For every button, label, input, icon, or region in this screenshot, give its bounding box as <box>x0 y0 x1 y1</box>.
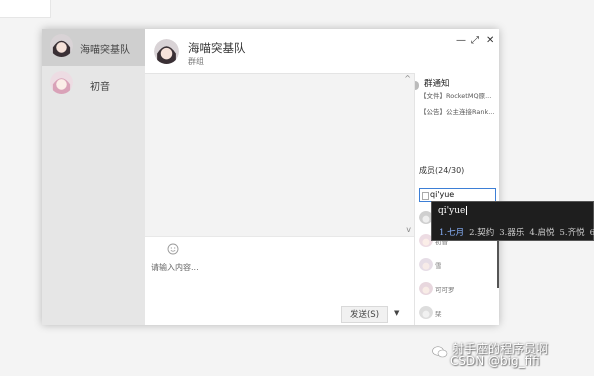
ime-candidate[interactable]: 6 <box>590 228 594 238</box>
close-button[interactable]: ✕ <box>486 35 494 46</box>
member-avatar <box>419 281 433 295</box>
send-button[interactable]: 发送(S) <box>341 306 388 323</box>
group-avatar <box>154 39 179 64</box>
group-avatar <box>50 34 73 57</box>
announcement-item[interactable]: 【公告】公主连接Rank... <box>420 106 499 116</box>
announcement-title: 群通知 <box>424 79 450 89</box>
member-search-input[interactable]: qi'yue <box>419 188 496 202</box>
conversation-item-miku[interactable]: 初音 <box>42 66 145 103</box>
member-name: 栞 <box>435 310 442 318</box>
conversation-name: 海喵突基队 <box>80 45 130 56</box>
member-name: 雪 <box>435 262 442 270</box>
member-avatar <box>419 305 433 319</box>
ime-candidate[interactable]: 2.契约 <box>469 228 494 238</box>
ime-candidates: 1.七月 2.契约 3.器乐 4.启悦 5.齐悦 6 <box>439 226 594 238</box>
ime-candidate[interactable]: 3.器乐 <box>499 228 524 238</box>
panel-collapse-handle[interactable] <box>415 81 419 90</box>
member-item[interactable]: 可可罗 <box>415 279 495 299</box>
background-tab <box>0 0 51 18</box>
chat-header: 海喵突基队 群组 — ⤢ ✕ <box>145 29 499 73</box>
member-name: 可可罗 <box>435 286 455 294</box>
ime-candidate-popup: qi'yue 1.七月 2.契约 3.器乐 4.启悦 5.齐悦 6 <box>431 201 594 241</box>
search-icon <box>422 192 429 200</box>
member-avatar <box>419 257 433 271</box>
conversation-sidebar: 海喵突基队 初音 <box>42 29 145 325</box>
emoji-icon[interactable] <box>167 240 179 255</box>
ime-composition: qi'yue <box>438 206 468 216</box>
maximize-button[interactable]: ⤢ <box>471 35 479 46</box>
message-input[interactable]: 请输入内容... <box>151 262 199 273</box>
announcement-item[interactable]: 【文件】RocketMQ原... <box>420 90 499 100</box>
conversation-item-group[interactable]: 海喵突基队 <box>42 29 145 66</box>
user-avatar <box>50 71 73 94</box>
send-options-icon[interactable]: ▼ <box>394 309 399 317</box>
group-info-panel: 群通知 【文件】RocketMQ原... 【公告】公主连接Rank... 成员(… <box>414 73 499 325</box>
message-area[interactable]: ^ v <box>145 73 414 237</box>
scroll-up-icon[interactable]: ^ <box>404 74 411 83</box>
ime-candidate[interactable]: 1.七月 <box>439 228 464 238</box>
group-subtitle: 群组 <box>188 57 204 66</box>
minimize-button[interactable]: — <box>456 35 466 46</box>
conversation-name: 初音 <box>90 82 110 93</box>
chat-window: 海喵突基队 初音 海喵突基队 群组 — ⤢ ✕ ^ v 请输入内容... 发送(… <box>42 29 499 325</box>
main-panel: 海喵突基队 群组 — ⤢ ✕ ^ v 请输入内容... 发送(S) ▼ 群通知 … <box>145 29 499 325</box>
ime-candidate[interactable]: 4.启悦 <box>529 228 554 238</box>
watermark-csdn: CSDN @big_fifi <box>450 354 540 368</box>
member-search-value: qi'yue <box>430 190 455 199</box>
member-item[interactable]: 栞 <box>415 303 495 323</box>
composer: 请输入内容... 发送(S) ▼ <box>145 236 414 325</box>
group-title: 海喵突基队 <box>188 41 246 55</box>
wechat-icon <box>432 343 448 358</box>
members-title: 成员(24/30) <box>419 166 465 175</box>
member-item[interactable]: 雪 <box>415 255 495 275</box>
scroll-down-icon[interactable]: v <box>406 225 411 234</box>
ime-candidate[interactable]: 5.齐悦 <box>560 228 585 238</box>
